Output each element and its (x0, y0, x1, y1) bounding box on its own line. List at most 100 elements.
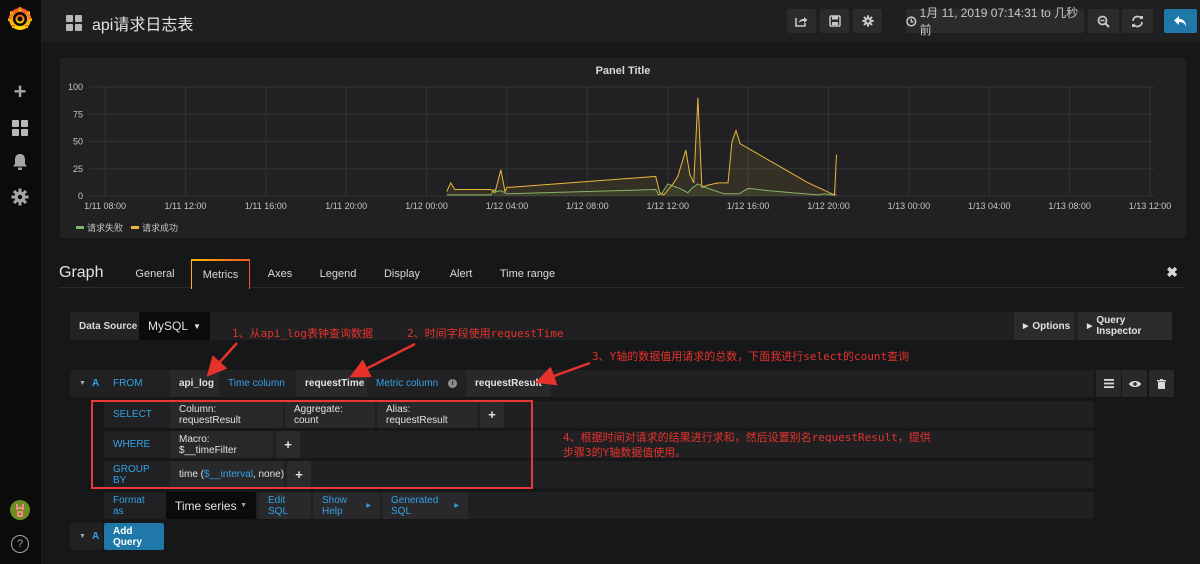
query-inspector-label: Query Inspector (1096, 315, 1142, 337)
y-tick-label: 50 (73, 137, 83, 147)
legend: 请求失败 请求成功 (76, 221, 178, 234)
datasource-value: MySQL (148, 319, 189, 333)
back-to-dashboard-button[interactable] (1164, 9, 1197, 33)
dashboard-title[interactable]: api请求日志表 (66, 11, 193, 35)
show-help-label: Show Help (322, 494, 348, 517)
table-select[interactable]: api_log (170, 370, 224, 397)
avatar[interactable] (10, 500, 30, 520)
query-inspector-button[interactable]: ▶ Query Inspector (1078, 312, 1172, 340)
dashboard-title-text: api请求日志表 (92, 17, 194, 34)
show-help-button[interactable]: Show Help ▶ (313, 492, 380, 519)
caret-right-icon: ▶ (1023, 323, 1029, 330)
annotation-note-4-line1: 4、根据时间对请求的结果进行求和，然后设置别名requestResult，提供 (563, 431, 931, 444)
top-navbar: api请求日志表 1月 11, 2019 07:14:31 to 几秒前 (42, 0, 1200, 42)
generated-sql-label: Generated SQL (391, 494, 439, 517)
dashboards-grid-icon[interactable] (10, 118, 30, 138)
x-tick-label: 1/11 16:00 (245, 201, 287, 211)
grafana-logo-icon[interactable] (7, 6, 33, 32)
tab-general[interactable]: General (124, 259, 186, 289)
refresh-button[interactable] (1122, 9, 1153, 33)
remove-query-button[interactable] (1149, 370, 1174, 397)
legend-label-failure: 请求失败 (87, 223, 124, 233)
zoom-out-button[interactable] (1088, 9, 1119, 33)
side-menu: + ? (0, 0, 42, 564)
format-as-select[interactable]: Time series ▼ (166, 492, 256, 519)
query-menu-button[interactable] (1096, 370, 1121, 397)
time-column-select[interactable]: requestTime (296, 370, 374, 397)
x-tick-label: 1/12 08:00 (566, 201, 609, 211)
add-query-button[interactable]: Add Query (104, 523, 164, 550)
save-icon (828, 15, 841, 27)
datasource-select[interactable]: MySQL ▼ (139, 312, 210, 340)
time-series-chart[interactable]: 0 25 50 75 100 1/11 08:00 1/11 12:00 1/11 16:00… (60, 58, 1186, 218)
save-button[interactable] (820, 9, 849, 33)
metric-column-select[interactable]: requestResult (466, 370, 551, 397)
time-column-label: Time column (219, 370, 294, 397)
caret-down-icon: ▼ (193, 321, 201, 331)
query-collapse-toggle[interactable]: ▼ A (70, 370, 103, 397)
tab-metrics[interactable]: Metrics (191, 259, 250, 289)
close-editor-icon[interactable]: ✖ (1166, 264, 1178, 281)
annotation-note-4-line2: 步骤3的Y轴数据值使用。 (563, 446, 687, 459)
y-tick-label: 75 (73, 109, 83, 119)
share-button[interactable] (787, 9, 816, 33)
info-icon[interactable]: i (448, 379, 458, 388)
x-tick-label: 1/12 04:00 (486, 201, 529, 211)
x-tick-label: 1/13 04:00 (968, 201, 1011, 211)
x-tick-label: 1/11 20:00 (325, 201, 367, 211)
y-tick-label: 0 (78, 191, 83, 201)
caret-right-icon: ▶ (1087, 323, 1093, 330)
datasource-row (70, 312, 1094, 340)
x-tick-label: 1/13 08:00 (1048, 201, 1091, 211)
gear-icon[interactable] (10, 187, 30, 207)
time-range-label: 1月 11, 2019 07:14:31 to 几秒前 (919, 6, 1079, 37)
x-tick-label: 1/12 16:00 (727, 201, 770, 211)
gear-icon (861, 15, 874, 27)
legend-item-success[interactable]: 请求成功 (131, 221, 178, 234)
refresh-icon (1132, 15, 1143, 27)
add-query-ref-toggle[interactable]: ▼ A (70, 523, 103, 550)
tab-axes[interactable]: Axes (255, 259, 305, 289)
plus-icon[interactable]: + (10, 79, 30, 104)
x-tick-label: 1/12 12:00 (646, 201, 689, 211)
editor-title: Graph (59, 264, 104, 281)
metric-column-text: Metric column (376, 378, 439, 389)
dashboard-settings-button[interactable] (853, 9, 882, 33)
caret-down-icon: ▼ (79, 380, 86, 387)
eye-icon (1128, 380, 1141, 387)
x-tick-label: 1/11 08:00 (84, 201, 126, 211)
time-range-picker[interactable]: 1月 11, 2019 07:14:31 to 几秒前 (906, 6, 1084, 37)
query-ref-id: A (91, 378, 100, 389)
tab-alert[interactable]: Alert (439, 259, 483, 289)
format-as-value: Time series (175, 498, 237, 513)
y-tick-label: 25 (73, 164, 83, 174)
legend-item-failure[interactable]: 请求失败 (76, 221, 123, 234)
dashboard-grid-icon (66, 15, 82, 31)
edit-sql-button[interactable]: Edit SQL (259, 492, 311, 519)
clock-icon (906, 15, 917, 27)
caret-down-icon: ▼ (240, 502, 247, 509)
share-icon (795, 17, 808, 27)
options-label: Options (1032, 320, 1071, 332)
x-tick-label: 1/12 20:00 (807, 201, 850, 211)
format-as-label: Format as (104, 492, 165, 519)
legend-swatch-success (131, 226, 140, 229)
trash-icon (1157, 378, 1166, 389)
tab-legend[interactable]: Legend (310, 259, 366, 289)
hamburger-icon (1103, 379, 1114, 388)
caret-down-icon: ▼ (79, 533, 86, 540)
tab-time-range[interactable]: Time range (491, 259, 564, 289)
options-button[interactable]: ▶ Options (1014, 312, 1074, 340)
datasource-label: Data Source (70, 312, 147, 340)
help-icon[interactable]: ? (11, 535, 29, 553)
legend-swatch-failure (76, 226, 84, 229)
bell-icon[interactable] (10, 152, 30, 172)
toggle-visibility-button[interactable] (1122, 370, 1147, 397)
tab-display[interactable]: Display (372, 259, 432, 289)
annotation-note-1: 1、从api_log表钟查询数据 (232, 327, 373, 340)
x-tick-label: 1/11 12:00 (165, 201, 207, 211)
x-tick-label: 1/12 00:00 (405, 201, 448, 211)
generated-sql-button[interactable]: Generated SQL ▶ (382, 492, 468, 519)
back-arrow-icon (1174, 15, 1186, 26)
x-tick-label: 1/13 12:00 (1129, 201, 1172, 211)
